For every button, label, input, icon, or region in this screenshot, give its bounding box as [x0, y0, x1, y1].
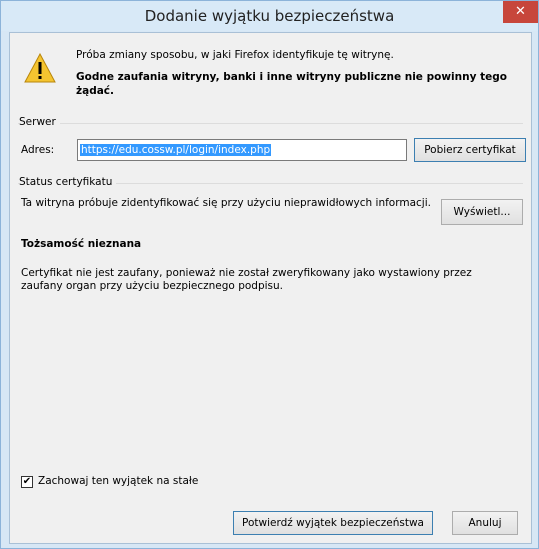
status-text: Ta witryna próbuje zidentyfikować się pr… [21, 197, 431, 209]
fetch-certificate-button[interactable]: Pobierz certyfikat [414, 138, 526, 162]
permanent-exception-checkbox[interactable]: ✔ [21, 476, 33, 488]
status-group-label: Status certyfikatu [19, 176, 117, 188]
permanent-exception-label[interactable]: Zachowaj ten wyjątek na stałe [38, 475, 198, 487]
title-bar[interactable]: Dodanie wyjątku bezpieczeństwa ✕ [1, 1, 538, 31]
address-value: https://edu.cossw.pl/login/index.php [80, 144, 272, 156]
confirm-exception-button[interactable]: Potwierdź wyjątek bezpieczeństwa [233, 511, 433, 535]
certificate-explanation: Certyfikat nie jest zaufany, ponieważ ni… [21, 267, 472, 292]
intro-message: Próba zmiany sposobu, w jaki Firefox ide… [76, 49, 394, 61]
security-exception-dialog: Dodanie wyjątku bezpieczeństwa ✕ Próba z… [0, 0, 539, 549]
server-group-label: Serwer [19, 116, 60, 128]
identity-status: Tożsamość nieznana [21, 238, 142, 250]
warning-icon [24, 53, 56, 83]
cancel-button[interactable]: Anuluj [452, 511, 518, 535]
close-button[interactable]: ✕ [503, 1, 538, 23]
checkmark-icon: ✔ [22, 476, 32, 487]
certificate-status-group: Status certyfikatu [18, 176, 523, 504]
view-certificate-button[interactable]: Wyświetl... [441, 199, 523, 225]
close-icon: ✕ [515, 4, 526, 19]
address-input[interactable]: https://edu.cossw.pl/login/index.php [77, 139, 407, 161]
dialog-body: Próba zmiany sposobu, w jaki Firefox ide… [9, 32, 532, 544]
dialog-title: Dodanie wyjątku bezpieczeństwa [144, 7, 395, 25]
warning-message: Godne zaufania witryny, banki i inne wit… [76, 71, 507, 97]
address-label: Adres: [21, 144, 55, 156]
